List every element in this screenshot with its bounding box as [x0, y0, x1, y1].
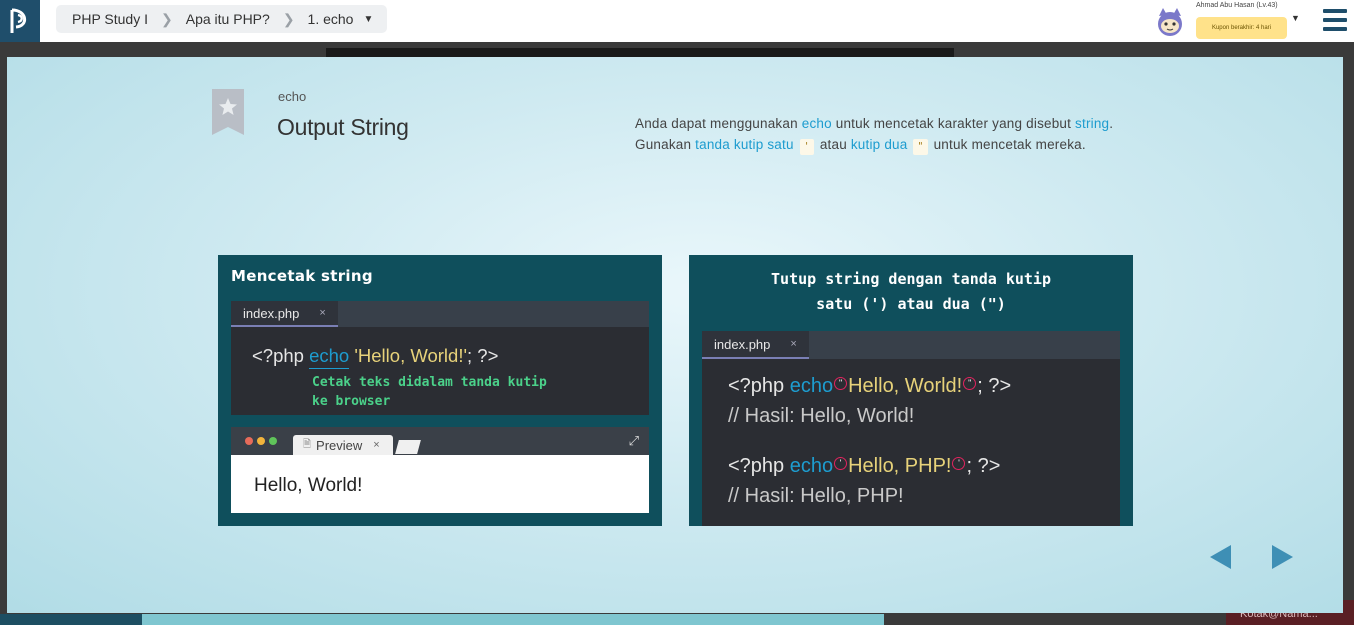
arrow-left-icon[interactable] — [1210, 545, 1231, 569]
code-line: <?php echo " Hello, World! "; ?> — [728, 375, 1011, 398]
panel-heading: Mencetak string — [231, 267, 373, 285]
code-editor: index.php × <?php echo 'Hello, World!'; … — [231, 301, 649, 415]
desc-keyword: string — [1075, 116, 1110, 131]
code-string: Hello, PHP! — [848, 455, 952, 477]
chevron-right-icon: ❯ — [161, 10, 173, 27]
code-comment: // Hasil: Hello, PHP! — [728, 485, 904, 507]
coupon-badge: Kupon berakhir: 4 hari — [1196, 17, 1287, 39]
desc-text: atau — [815, 137, 851, 152]
user-name: Ahmad Abu Hasan (Lv.43) — [1196, 2, 1278, 9]
window-minimize-dot-icon — [257, 437, 265, 445]
desc-text: untuk mencetak karakter yang disebut — [831, 116, 1076, 131]
breadcrumb-lesson[interactable]: 1. echo — [308, 11, 354, 27]
breadcrumb-course[interactable]: PHP Study I — [72, 11, 148, 27]
desc-text: untuk mencetak mereka. — [929, 137, 1086, 152]
code-annotation: Cetak teks didalam tanda kutip ke browse… — [312, 373, 547, 411]
editor-tab: index.php × — [702, 331, 809, 359]
new-tab-icon — [395, 440, 421, 454]
code-php-close: ; ?> — [467, 345, 499, 366]
code-php-close: ; ?> — [977, 375, 1012, 397]
caret-down-icon[interactable]: ▼ — [363, 14, 373, 25]
browser-tab-label: Preview — [316, 437, 363, 453]
annotation-line: ke browser — [312, 394, 391, 409]
avatar[interactable] — [1154, 6, 1186, 38]
close-icon: × — [373, 439, 380, 451]
code-php-open: <?php — [728, 455, 790, 477]
single-quote-marker-icon: ' — [834, 457, 848, 470]
chevron-right-icon: ❯ — [282, 10, 295, 27]
breadcrumb-chapter[interactable]: Apa itu PHP? — [186, 11, 270, 27]
editor-tab-bar: index.php × — [231, 301, 649, 327]
close-icon: × — [319, 307, 326, 319]
window-maximize-dot-icon — [269, 437, 277, 445]
single-quote-chip: ' — [799, 139, 814, 155]
browser-preview: 🗎 Preview × ⤢ Hello, World! — [231, 427, 649, 513]
desc-text: Anda dapat menggunakan — [635, 116, 802, 131]
panel-heading-line: satu (') atau dua (") — [816, 295, 1006, 313]
panel-heading-line: Tutup string dengan tanda kutip — [771, 270, 1051, 288]
code-echo: echo — [789, 375, 834, 397]
browser-output: Hello, World! — [231, 455, 649, 513]
browser-tab: 🗎 Preview × — [293, 435, 393, 455]
desc-keyword: tanda kutip satu — [695, 137, 794, 152]
double-quote-marker-icon: " — [963, 377, 977, 390]
code-php-open: <?php — [252, 345, 310, 366]
code-comment: // Hasil: Hello, World! — [728, 405, 915, 427]
code-php-open: <?php — [728, 375, 790, 397]
expand-icon: ⤢ — [628, 433, 639, 448]
desc-keyword: echo — [801, 116, 832, 131]
code-line: <?php echo 'Hello, World!'; ?> — [252, 345, 499, 369]
editor-tab-label: index.php — [714, 336, 771, 352]
progress-strip — [142, 614, 884, 625]
caret-down-icon[interactable]: ▼ — [1291, 13, 1300, 23]
document-icon: 🗎 — [303, 438, 312, 450]
editor-tab: index.php × — [231, 301, 338, 327]
code-editor: index.php × <?php echo " Hello, World! "; ?… — [702, 331, 1120, 526]
code-string: 'Hello, World!' — [349, 345, 467, 366]
close-icon: × — [790, 338, 797, 350]
editor-tab-bar: index.php × — [702, 331, 1120, 359]
single-quote-marker-icon: ' — [952, 457, 966, 470]
logo-icon[interactable] — [0, 0, 40, 42]
double-quote-chip: " — [913, 139, 928, 155]
code-string: Hello, World! — [848, 375, 963, 397]
code-echo: echo — [789, 455, 834, 477]
panel-heading: Tutup string dengan tanda kutip satu (')… — [689, 267, 1133, 317]
code-echo: echo — [309, 345, 350, 369]
code-php-close: ; ?> — [966, 455, 1001, 477]
double-quote-marker-icon: " — [834, 377, 848, 390]
arrow-right-icon[interactable] — [1272, 545, 1293, 569]
window-close-dot-icon — [245, 437, 253, 445]
top-bar: PHP Study I ❯ Apa itu PHP? ❯ 1. echo ▼ A… — [0, 0, 1354, 42]
slide-kicker: echo — [278, 89, 307, 104]
breadcrumb: PHP Study I ❯ Apa itu PHP? ❯ 1. echo ▼ — [56, 5, 388, 33]
bookmark-star-icon[interactable] — [212, 89, 244, 135]
desc-keyword: kutip dua — [850, 137, 908, 152]
illustration-quote-types: Tutup string dengan tanda kutip satu (')… — [689, 255, 1133, 526]
editor-tab-label: index.php — [243, 305, 300, 321]
code-line: <?php echo ' Hello, PHP! '; ?> — [728, 455, 1000, 478]
hamburger-menu-icon[interactable] — [1323, 9, 1347, 31]
slide: echo Output String Anda dapat menggunaka… — [7, 57, 1343, 613]
browser-toolbar: 🗎 Preview × ⤢ — [231, 427, 649, 455]
illustration-print-string: Mencetak string index.php × <?php echo '… — [218, 255, 662, 526]
background-strip — [0, 614, 142, 625]
slide-title: Output String — [277, 114, 409, 140]
slide-description: Anda dapat menggunakan echo untuk mencet… — [635, 113, 1135, 155]
annotation-line: Cetak teks didalam tanda kutip — [312, 375, 547, 390]
